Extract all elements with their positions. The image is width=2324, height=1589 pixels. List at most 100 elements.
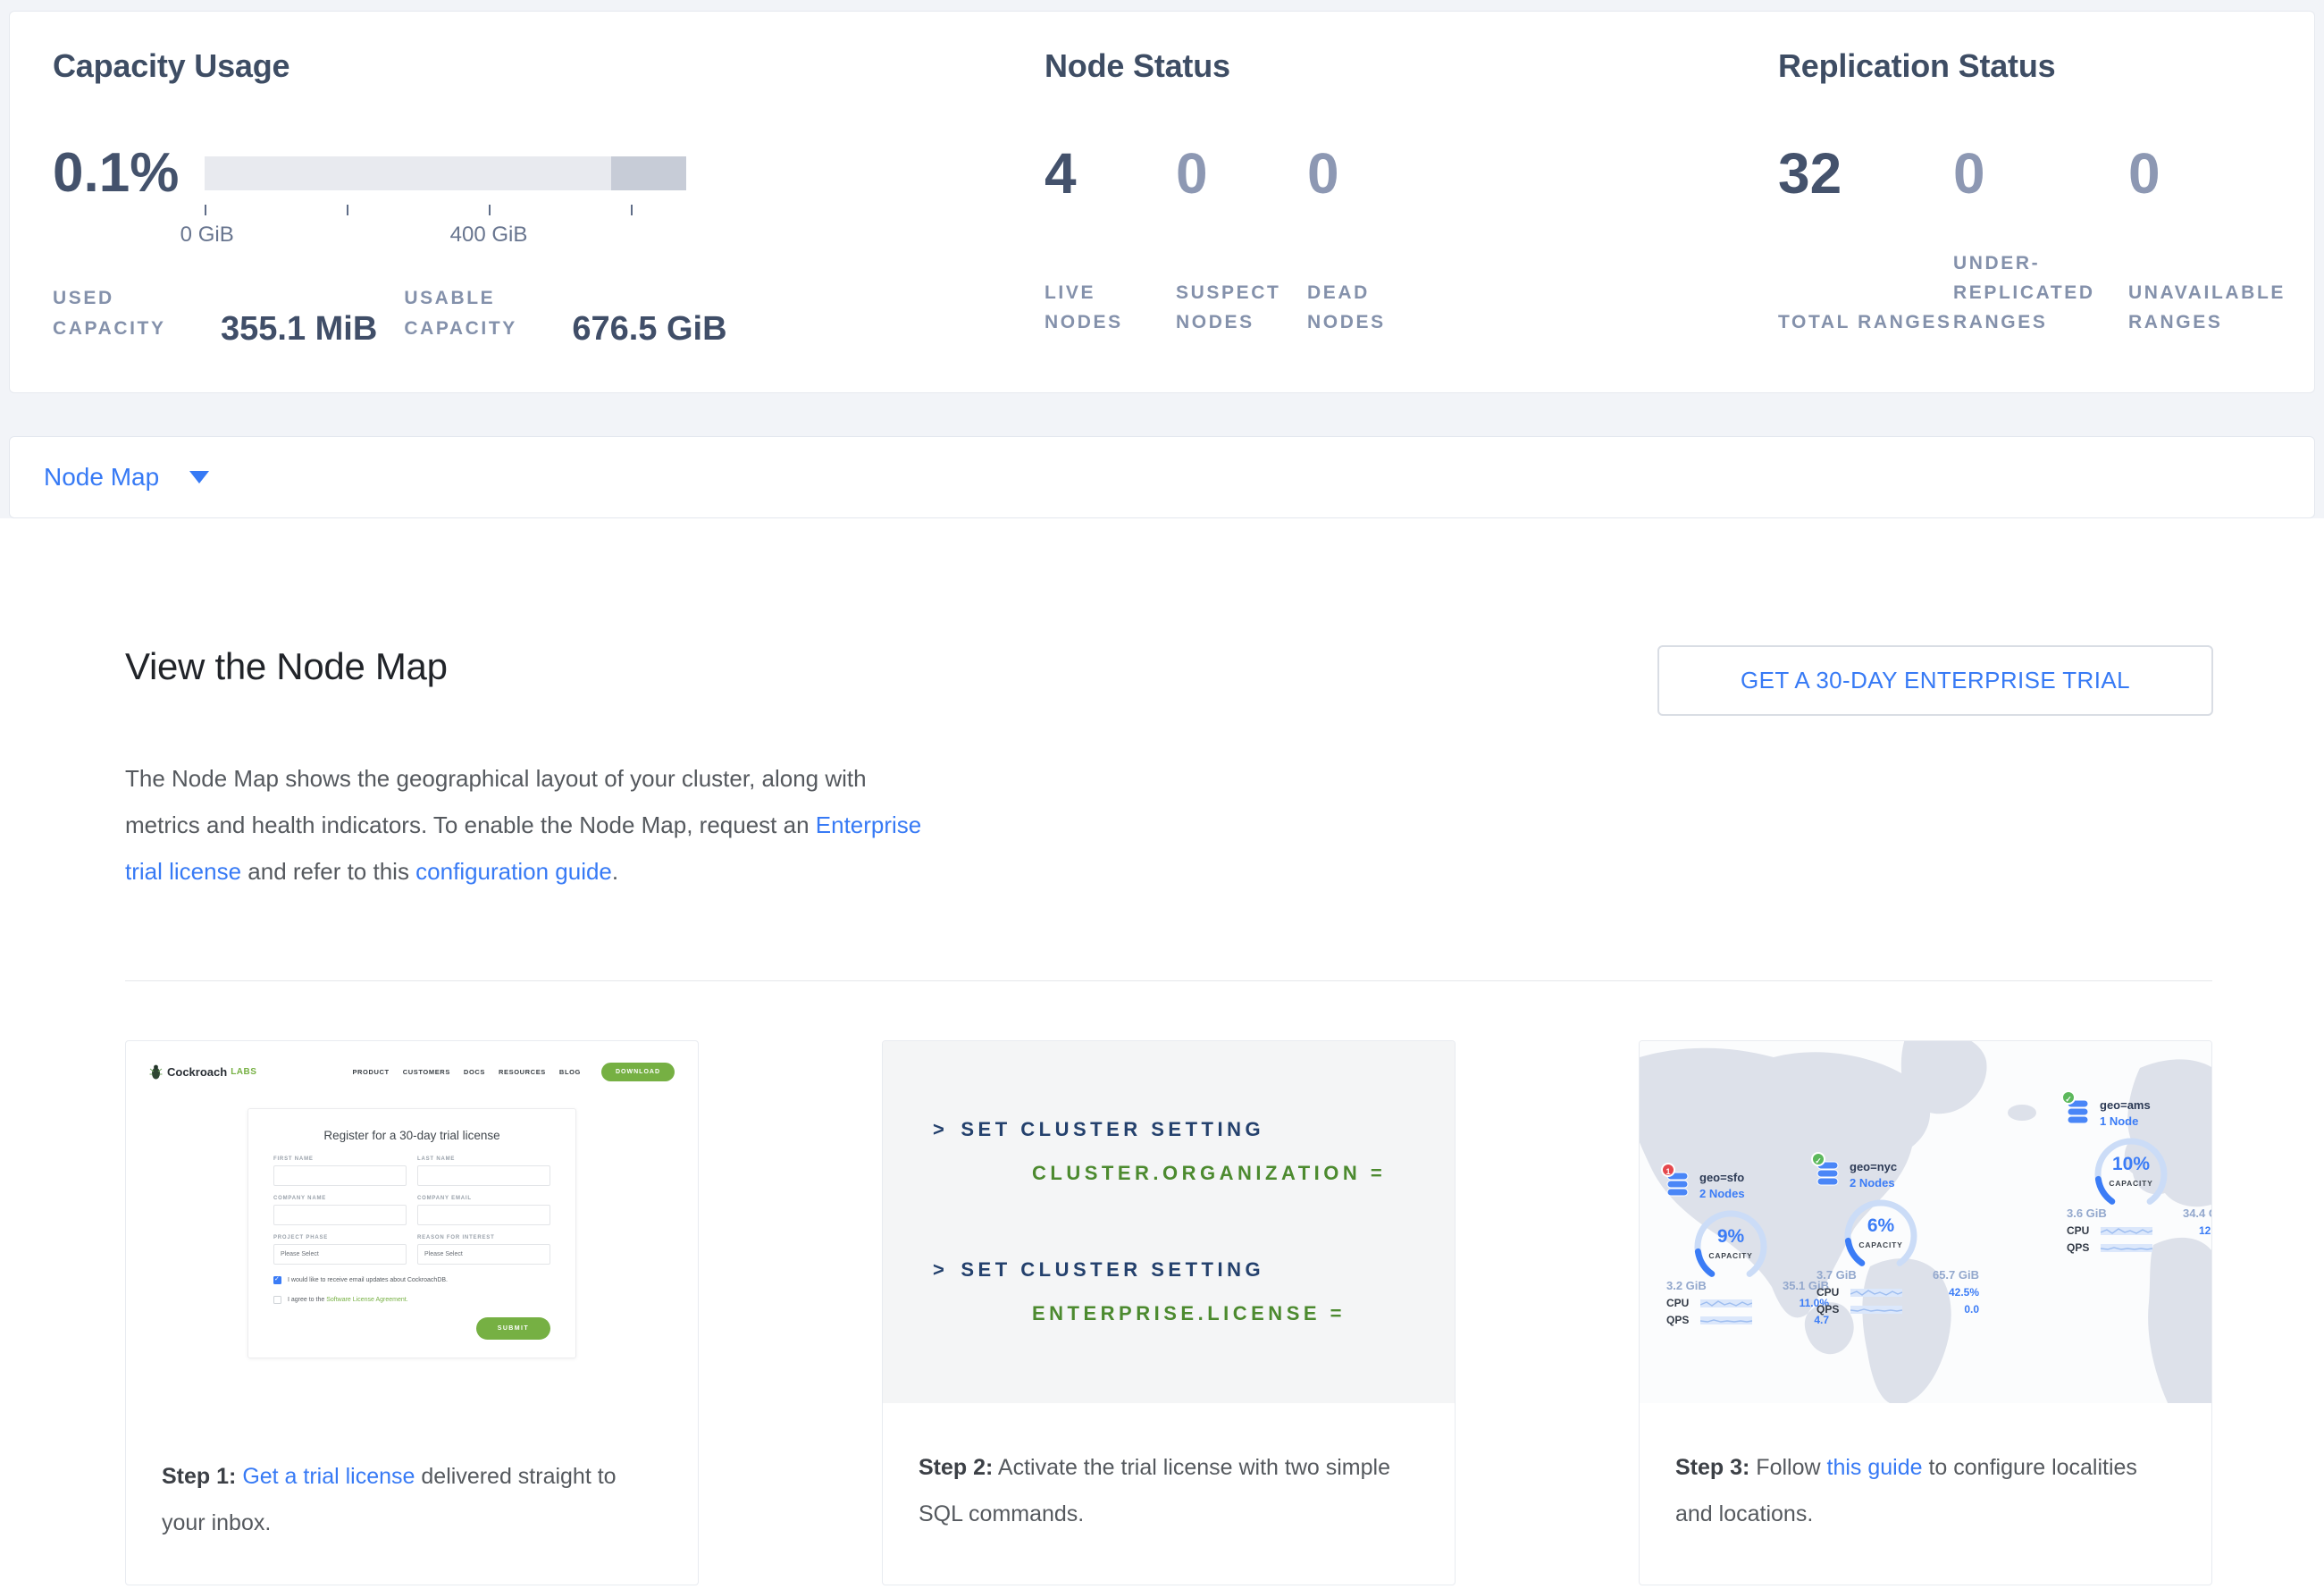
mini-input [273, 1205, 407, 1225]
total-ranges-metric: 32 TOTAL RANGES [1778, 140, 1953, 337]
cockroach-bug-icon [149, 1064, 163, 1080]
dead-nodes-label: DEAD NODES [1307, 246, 1439, 337]
qps-sparkline [1700, 1314, 1752, 1326]
capacity-used-percent: 0.1% [53, 140, 205, 206]
used-capacity-label: USED CAPACITY [53, 283, 196, 344]
under-replicated-ranges-metric: 0 UNDER-REPLICATED RANGES [1953, 140, 2128, 337]
sql-command-line: >SET CLUSTER SETTING [933, 1116, 1428, 1143]
region-node-count: 2 Nodes [1850, 1176, 1986, 1190]
region-cpu-value: 12.3% [2199, 1224, 2211, 1237]
region-capacity-percent: 6% [1840, 1215, 1922, 1237]
sql-commands-block: >SET CLUSTER SETTINGCLUSTER.ORGANIZATION… [883, 1041, 1455, 1403]
inline-link[interactable]: configuration guide [415, 858, 612, 885]
region-node-count: 1 Node [2100, 1114, 2211, 1128]
inline-link[interactable]: Get a trial license [242, 1464, 415, 1489]
unavailable-ranges-label: UNAVAILABLE RANGES [2128, 246, 2303, 337]
unavailable-ranges-metric: 0 UNAVAILABLE RANGES [2128, 140, 2303, 337]
cluster-summary-area: Capacity Usage 0.1% 0 GiB 400 GiB [0, 0, 2324, 518]
region-qps-value: 4.7 [1814, 1314, 1829, 1326]
region-capacity-gauge: 10% CAPACITY [2090, 1133, 2172, 1215]
sql-command-line: ENTERPRISE.LICENSE = [933, 1300, 1428, 1327]
live-nodes-label: LIVE NODES [1045, 246, 1176, 337]
region-status-badge: ✓ [2061, 1090, 2076, 1105]
node-status-title: Node Status [1045, 47, 1439, 85]
dead-nodes-value: 0 [1307, 140, 1439, 206]
region-qps-value: 0.0 [1964, 1303, 1979, 1316]
node-map-region-marker: ✓ geo=nyc 2 Nodes 6% CAPACITY 3.7 GiB 65… [1816, 1160, 1986, 1316]
cockroach-labs-logo: Cockroach LABS [149, 1064, 256, 1080]
usable-capacity-label: USABLE CAPACITY [404, 283, 547, 344]
view-selector-bar: Node Map [9, 436, 2315, 518]
region-status-badge: 1 [1661, 1163, 1675, 1177]
node-map-promo-section: View the Node Map GET A 30-DAY ENTERPRIS… [0, 518, 2324, 1585]
mini-submit-button: SUBMIT [476, 1317, 550, 1340]
region-qps-label: QPS [1666, 1314, 1697, 1326]
region-total-capacity: 65.7 GiB [1933, 1268, 1979, 1282]
region-cpu-label: CPU [1816, 1286, 1847, 1299]
cpu-sparkline [1850, 1286, 1902, 1299]
step3-card: 1 geo=sfo 2 Nodes 9% CAPACITY 3.2 GiB 35… [1639, 1040, 2212, 1585]
cluster-overview-page: Capacity Usage 0.1% 0 GiB 400 GiB [0, 0, 2324, 1589]
suspect-nodes-metric: 0 SUSPECT NODES [1176, 140, 1307, 337]
region-capacity-label: CAPACITY [2090, 1179, 2172, 1188]
capacity-axis-tick [631, 205, 633, 215]
suspect-nodes-value: 0 [1176, 140, 1307, 206]
mini-select: Please Select [273, 1244, 407, 1265]
capacity-usage-title: Capacity Usage [53, 47, 694, 85]
node-status-section: Node Status 4 LIVE NODES 0 SUSPECT NODES… [1045, 47, 1439, 344]
replication-status-title: Replication Status [1778, 47, 2303, 85]
region-status-badge: ✓ [1811, 1152, 1825, 1166]
capacity-bar: 0 GiB 400 GiB [205, 140, 686, 206]
chevron-down-icon[interactable] [189, 471, 209, 483]
section-divider [125, 980, 2212, 981]
region-capacity-percent: 10% [2090, 1154, 2172, 1175]
step1-caption: Step 1: Get a trial license delivered st… [126, 1412, 698, 1546]
used-capacity-value: 355.1 MiB [221, 311, 377, 347]
node-map-description: The Node Map shows the geographical layo… [125, 755, 934, 895]
step1-card: Cockroach LABS PRODUCT CUSTOMERS DOCS RE… [125, 1040, 699, 1585]
under-replicated-ranges-label: UNDER-REPLICATED RANGES [1953, 246, 2128, 337]
dead-nodes-metric: 0 DEAD NODES [1307, 140, 1439, 337]
region-cpu-label: CPU [2067, 1224, 2097, 1237]
mini-select: Please Select [417, 1244, 550, 1265]
qps-sparkline [2101, 1241, 2152, 1254]
region-qps-label: QPS [2067, 1241, 2097, 1254]
region-capacity-label: CAPACITY [1690, 1251, 1772, 1260]
region-locality-label: geo=nyc [1850, 1160, 1986, 1173]
total-ranges-label: TOTAL RANGES [1778, 246, 1953, 337]
usable-capacity-metric: USABLE CAPACITY 676.5 GiB [404, 283, 726, 344]
node-map-view-dropdown[interactable]: Node Map [44, 463, 159, 492]
capacity-bar-track [205, 156, 686, 190]
unavailable-ranges-value: 0 [2128, 140, 2303, 206]
region-locality-label: geo=ams [2100, 1098, 2211, 1112]
mini-input [417, 1205, 550, 1225]
capacity-axis-label: 0 GiB [180, 223, 234, 248]
sql-command-line: >SET CLUSTER SETTING [933, 1257, 1428, 1283]
live-nodes-metric: 4 LIVE NODES [1045, 140, 1176, 337]
mini-license-link: Software License Agreement. [326, 1297, 407, 1303]
suspect-nodes-label: SUSPECT NODES [1176, 246, 1307, 337]
mini-checkbox-empty [273, 1296, 281, 1304]
region-cpu-value: 42.5% [1949, 1286, 1979, 1299]
mini-download-button: DOWNLOAD [601, 1063, 675, 1081]
under-replicated-ranges-value: 0 [1953, 140, 2128, 206]
inline-link[interactable]: this guide [1827, 1455, 1923, 1480]
region-cpu-label: CPU [1666, 1297, 1697, 1309]
cpu-sparkline [2101, 1224, 2152, 1237]
qps-sparkline [1850, 1303, 1902, 1316]
mini-nav: PRODUCT CUSTOMERS DOCS RESOURCES BLOG DO… [352, 1063, 675, 1081]
usable-capacity-value: 676.5 GiB [572, 311, 726, 347]
capacity-axis-tick [205, 205, 206, 215]
mini-register-form: Register for a 30-day trial license FIRS… [248, 1108, 576, 1358]
node-map-region-marker: 1 geo=sfo 2 Nodes 9% CAPACITY 3.2 GiB 35… [1666, 1171, 1836, 1326]
region-total-capacity: 34.4 GiB [2183, 1206, 2211, 1220]
region-capacity-gauge: 6% CAPACITY [1840, 1195, 1922, 1277]
page-title: View the Node Map [125, 645, 448, 688]
cpu-sparkline [1700, 1297, 1752, 1309]
enterprise-trial-button[interactable]: GET A 30-DAY ENTERPRISE TRIAL [1657, 645, 2213, 716]
mini-input [273, 1165, 407, 1186]
step2-caption: Step 2: Activate the trial license with … [883, 1403, 1455, 1537]
mini-input [417, 1165, 550, 1186]
total-ranges-value: 32 [1778, 140, 1953, 206]
capacity-usage-section: Capacity Usage 0.1% 0 GiB 400 GiB [53, 47, 694, 344]
